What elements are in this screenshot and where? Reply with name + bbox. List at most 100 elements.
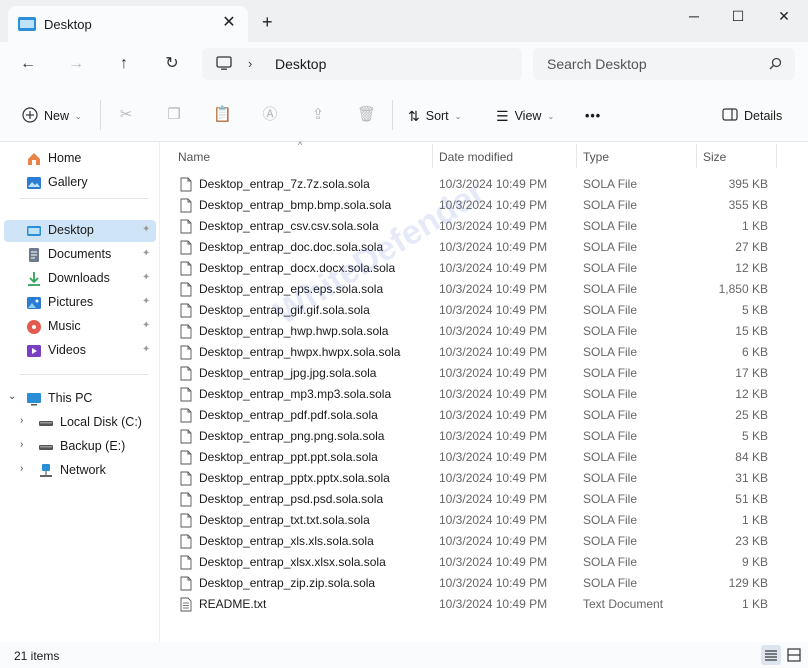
file-name[interactable]: Desktop_entrap_bmp.bmp.sola.sola <box>199 198 391 212</box>
file-row[interactable]: Desktop_entrap_txt.txt.sola.sola 10/3/202… <box>176 510 776 531</box>
sidebar-item-music[interactable]: Music ✦ <box>4 316 156 338</box>
column-header-type[interactable]: Type <box>583 150 609 164</box>
view-button[interactable]: ☰ View ⌄ <box>496 106 554 126</box>
file-row[interactable]: Desktop_entrap_pdf.pdf.sola.sola 10/3/202… <box>176 405 776 426</box>
file-name[interactable]: Desktop_entrap_zip.zip.sola.sola <box>199 576 375 590</box>
file-row[interactable]: Desktop_entrap_csv.csv.sola.sola 10/3/202… <box>176 216 776 237</box>
rename-icon[interactable]: Ⓐ <box>261 106 279 124</box>
file-name[interactable]: Desktop_entrap_doc.doc.sola.sola <box>199 240 383 254</box>
file-name[interactable]: README.txt <box>199 597 266 611</box>
copy-icon[interactable]: ❐ <box>165 106 183 124</box>
file-row[interactable]: Desktop_entrap_7z.7z.sola.sola 10/3/2024 … <box>176 174 776 195</box>
column-divider[interactable] <box>696 144 697 168</box>
file-row[interactable]: Desktop_entrap_pptx.pptx.sola.sola 10/3/2… <box>176 468 776 489</box>
file-row[interactable]: Desktop_entrap_eps.eps.sola.sola 10/3/202… <box>176 279 776 300</box>
sidebar-item-this-pc[interactable]: ⌄ This PC <box>4 388 156 410</box>
file-name[interactable]: Desktop_entrap_hwp.hwp.sola.sola <box>199 324 388 338</box>
more-options-button[interactable]: ••• <box>585 106 601 126</box>
refresh-button[interactable]: ↻ <box>162 54 182 74</box>
column-header-size[interactable]: Size <box>703 150 726 164</box>
file-name[interactable]: Desktop_entrap_xlsx.xlsx.sola.sola <box>199 555 386 569</box>
search-input[interactable]: Search Desktop <box>547 56 647 72</box>
new-tab-button[interactable]: + <box>262 13 273 31</box>
column-divider[interactable] <box>776 144 777 168</box>
file-name[interactable]: Desktop_entrap_pdf.pdf.sola.sola <box>199 408 378 422</box>
file-name[interactable]: Desktop_entrap_mp3.mp3.sola.sola <box>199 387 391 401</box>
file-row[interactable]: Desktop_entrap_zip.zip.sola.sola 10/3/202… <box>176 573 776 594</box>
pin-icon[interactable]: ✦ <box>142 320 150 331</box>
file-name[interactable]: Desktop_entrap_xls.xls.sola.sola <box>199 534 374 548</box>
file-row[interactable]: Desktop_entrap_psd.psd.sola.sola 10/3/202… <box>176 489 776 510</box>
new-button[interactable]: New ⌄ <box>22 106 82 126</box>
file-row[interactable]: Desktop_entrap_doc.doc.sola.sola 10/3/202… <box>176 237 776 258</box>
file-name[interactable]: Desktop_entrap_gif.gif.sola.sola <box>199 303 370 317</box>
file-row[interactable]: Desktop_entrap_bmp.bmp.sola.sola 10/3/202… <box>176 195 776 216</box>
column-header-name[interactable]: Name <box>178 150 210 164</box>
chevron-right-icon[interactable]: › <box>20 463 23 474</box>
file-row[interactable]: Desktop_entrap_xls.xls.sola.sola 10/3/202… <box>176 531 776 552</box>
file-name[interactable]: Desktop_entrap_psd.psd.sola.sola <box>199 492 383 506</box>
pin-icon[interactable]: ✦ <box>142 344 150 355</box>
file-name[interactable]: Desktop_entrap_pptx.pptx.sola.sola <box>199 471 390 485</box>
file-row[interactable]: Desktop_entrap_hwp.hwp.sola.sola 10/3/202… <box>176 321 776 342</box>
pin-icon[interactable]: ✦ <box>142 248 150 259</box>
close-tab-button[interactable]: ✕ <box>220 14 238 32</box>
file-name[interactable]: Desktop_entrap_png.png.sola.sola <box>199 429 384 443</box>
breadcrumb[interactable]: Desktop <box>275 56 326 72</box>
sidebar-item-desktop[interactable]: Desktop ✦ <box>4 220 156 242</box>
file-row[interactable]: Desktop_entrap_xlsx.xlsx.sola.sola 10/3/2… <box>176 552 776 573</box>
column-divider[interactable] <box>432 144 433 168</box>
column-divider[interactable] <box>576 144 577 168</box>
file-row[interactable]: Desktop_entrap_docx.docx.sola.sola 10/3/2… <box>176 258 776 279</box>
search-icon[interactable] <box>769 57 782 73</box>
address-bar[interactable]: › Desktop <box>202 48 522 80</box>
delete-icon[interactable]: 🗑 <box>357 106 376 124</box>
file-row[interactable]: Desktop_entrap_png.png.sola.sola 10/3/202… <box>176 426 776 447</box>
file-name[interactable]: Desktop_entrap_ppt.ppt.sola.sola <box>199 450 378 464</box>
share-icon[interactable]: ⇪ <box>309 106 327 124</box>
column-header-date[interactable]: Date modified <box>439 150 513 164</box>
sort-button[interactable]: ⇅ Sort ⌄ <box>408 106 461 126</box>
paste-icon[interactable]: 📋 <box>213 106 232 124</box>
file-name[interactable]: Desktop_entrap_jpg.jpg.sola.sola <box>199 366 376 380</box>
details-button[interactable]: Details <box>722 106 782 126</box>
sidebar-item-network[interactable]: › Network <box>4 460 156 482</box>
sidebar-item-documents[interactable]: Documents ✦ <box>4 244 156 266</box>
file-row[interactable]: Desktop_entrap_jpg.jpg.sola.sola 10/3/202… <box>176 363 776 384</box>
tab-desktop[interactable]: Desktop ✕ <box>8 6 248 42</box>
sidebar-item-videos[interactable]: Videos ✦ <box>4 340 156 362</box>
up-button[interactable]: ↑ <box>114 54 134 74</box>
sidebar-item-gallery[interactable]: Gallery <box>4 172 156 194</box>
file-row[interactable]: Desktop_entrap_gif.gif.sola.sola 10/3/202… <box>176 300 776 321</box>
cut-icon[interactable]: ✂ <box>117 106 135 124</box>
maximize-button[interactable]: ☐ <box>728 8 748 24</box>
file-row[interactable]: Desktop_entrap_hwpx.hwpx.sola.sola 10/3/2… <box>176 342 776 363</box>
file-name[interactable]: Desktop_entrap_docx.docx.sola.sola <box>199 261 395 275</box>
file-row[interactable]: Desktop_entrap_ppt.ppt.sola.sola 10/3/202… <box>176 447 776 468</box>
file-name[interactable]: Desktop_entrap_txt.txt.sola.sola <box>199 513 370 527</box>
file-name[interactable]: Desktop_entrap_hwpx.hwpx.sola.sola <box>199 345 400 359</box>
chevron-right-icon[interactable]: › <box>20 415 23 426</box>
pin-icon[interactable]: ✦ <box>142 272 150 283</box>
details-view-toggle[interactable] <box>761 645 781 665</box>
back-button[interactable]: ← <box>18 54 38 74</box>
file-name[interactable]: Desktop_entrap_csv.csv.sola.sola <box>199 219 379 233</box>
chevron-down-icon[interactable]: ⌄ <box>8 391 16 402</box>
chevron-right-icon[interactable]: › <box>20 439 23 450</box>
minimize-button[interactable]: ─ <box>684 8 704 24</box>
file-name[interactable]: Desktop_entrap_eps.eps.sola.sola <box>199 282 383 296</box>
sidebar-item-pictures[interactable]: Pictures ✦ <box>4 292 156 314</box>
sidebar-item-backup-e[interactable]: › Backup (E:) <box>4 436 156 458</box>
forward-button[interactable]: → <box>66 54 86 74</box>
pin-icon[interactable]: ✦ <box>142 296 150 307</box>
sidebar-item-downloads[interactable]: Downloads ✦ <box>4 268 156 290</box>
file-row[interactable]: README.txt 10/3/2024 10:49 PM Text Documen… <box>176 594 776 615</box>
file-row[interactable]: Desktop_entrap_mp3.mp3.sola.sola 10/3/202… <box>176 384 776 405</box>
sidebar-item-home[interactable]: Home <box>4 148 156 170</box>
close-window-button[interactable]: ✕ <box>774 8 794 24</box>
search-box[interactable]: Search Desktop <box>533 48 795 80</box>
pin-icon[interactable]: ✦ <box>142 224 150 235</box>
tiles-view-toggle[interactable] <box>784 645 804 665</box>
file-name[interactable]: Desktop_entrap_7z.7z.sola.sola <box>199 177 370 191</box>
sidebar-item-local-disk-c[interactable]: › Local Disk (C:) <box>4 412 156 434</box>
